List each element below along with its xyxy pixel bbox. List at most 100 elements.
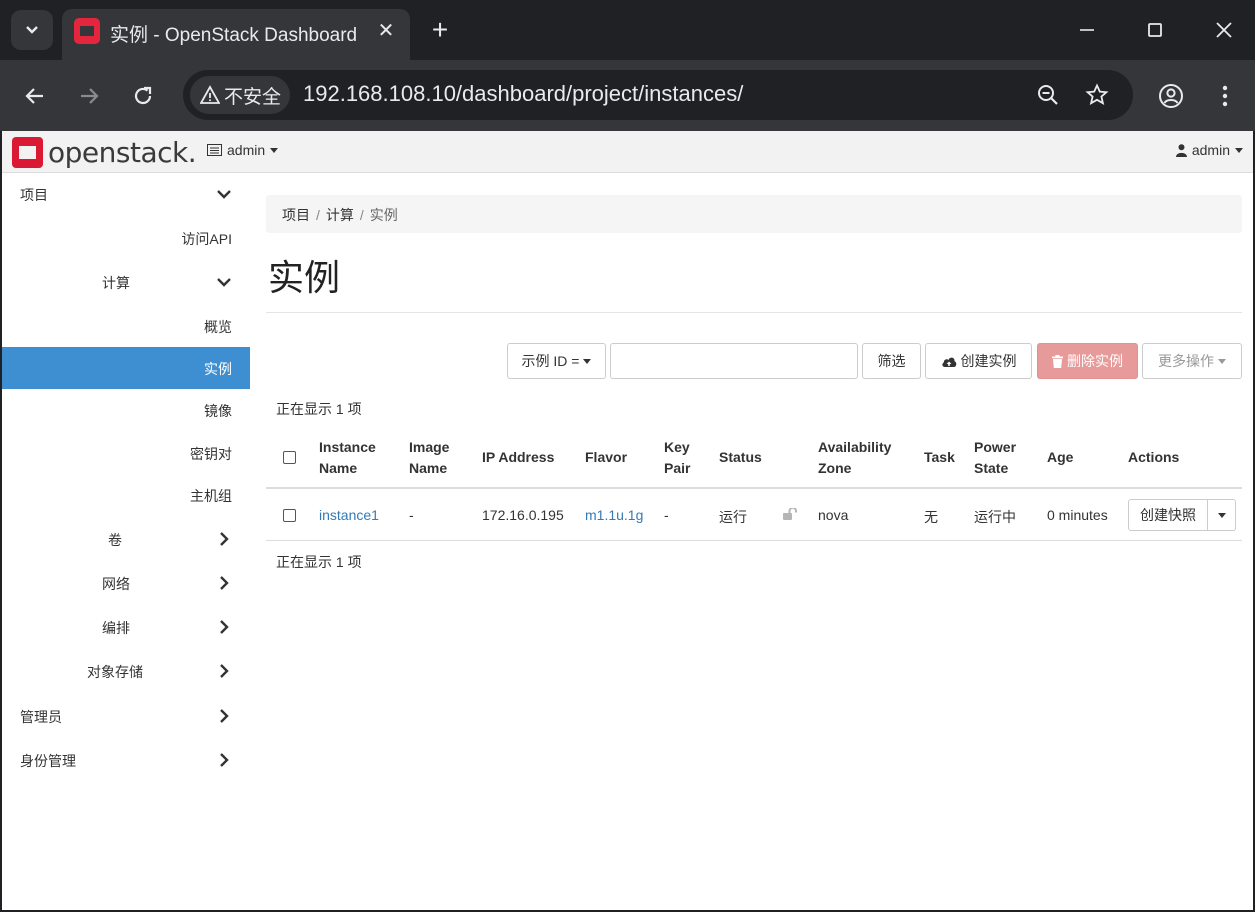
sidebar-item-overview[interactable]: 概览 [2, 305, 250, 347]
caret-down-icon [1217, 512, 1226, 518]
zoom-out-icon [1038, 85, 1058, 105]
address-bar[interactable]: 不安全 192.168.108.10/dashboard/project/ins… [183, 70, 1133, 120]
column-header-key-pair[interactable]: Key Pair [664, 437, 690, 479]
status-cell: 运行 [719, 509, 747, 525]
column-header-power-state[interactable]: Power State [974, 437, 1016, 479]
filter-field-dropdown[interactable]: 示例 ID = [507, 343, 606, 379]
unlock-icon[interactable] [783, 508, 798, 520]
bookmark-button[interactable] [1083, 81, 1111, 109]
column-header-status[interactable]: Status [719, 447, 762, 468]
delete-instances-button[interactable]: 删除实例 [1037, 343, 1138, 379]
header-text: Instance [319, 439, 376, 455]
filter-input[interactable] [610, 343, 858, 379]
launch-instance-button[interactable]: 创建实例 [925, 343, 1032, 379]
user-dropdown[interactable]: admin [1175, 142, 1243, 158]
breadcrumb-separator: / [359, 207, 364, 223]
profile-button[interactable] [1155, 80, 1187, 112]
flavor-cell: m1.1u.1g [585, 507, 643, 523]
sidebar-item-images[interactable]: 镜像 [2, 389, 250, 431]
sidebar-item-project[interactable]: 项目 [2, 173, 250, 215]
sidebar-item-server-groups[interactable]: 主机组 [2, 474, 250, 516]
forward-button[interactable] [73, 80, 105, 112]
column-header-task[interactable]: Task [924, 447, 955, 468]
header-text: Availability [818, 439, 892, 455]
row-select-checkbox[interactable] [283, 509, 296, 522]
header-text: Zone [818, 460, 852, 476]
sidebar-item-key-pairs[interactable]: 密钥对 [2, 432, 250, 474]
sidebar-item-orchestration[interactable]: 编排 [2, 606, 250, 648]
page-title: 实例 [268, 257, 341, 298]
column-header-availability-zone[interactable]: Availability Zone [818, 437, 891, 479]
column-header-flavor[interactable]: Flavor [585, 447, 627, 468]
header-text: State [974, 460, 1009, 476]
more-actions-dropdown[interactable]: 更多操作 [1142, 343, 1242, 379]
header-text: Image [409, 439, 450, 455]
column-header-image-name[interactable]: Image Name [409, 437, 449, 479]
column-header-ip-address[interactable]: IP Address [482, 447, 554, 468]
close-window-button[interactable] [1209, 14, 1239, 46]
browser-menu-button[interactable] [1209, 80, 1241, 112]
tab-search-button[interactable] [11, 10, 53, 50]
caret-down-icon [1218, 358, 1226, 364]
flavor-link[interactable]: m1.1u.1g [585, 507, 643, 523]
chevron-down-icon [217, 190, 231, 199]
arrow-left-icon [25, 88, 43, 104]
sidebar-item-network[interactable]: 网络 [2, 562, 250, 604]
minimize-icon [1080, 29, 1094, 31]
maximize-button[interactable] [1140, 14, 1170, 46]
sidebar-item-object-store[interactable]: 对象存储 [2, 650, 250, 692]
back-button[interactable] [19, 80, 51, 112]
create-snapshot-button[interactable]: 创建快照 [1128, 499, 1208, 531]
column-header-age[interactable]: Age [1047, 447, 1073, 468]
security-indicator[interactable]: 不安全 [190, 76, 290, 114]
sidebar-item-admin[interactable]: 管理员 [2, 695, 250, 737]
reload-icon [134, 86, 152, 105]
instance-name-cell: instance1 [319, 507, 379, 523]
sidebar-item-label: 网络 [102, 576, 130, 592]
reload-button[interactable] [127, 80, 159, 112]
chevron-right-icon [220, 709, 229, 723]
breadcrumb-item-compute[interactable]: 计算 [326, 207, 354, 223]
sidebar-item-volumes[interactable]: 卷 [2, 518, 250, 560]
sidebar-item-label: 密钥对 [190, 446, 232, 462]
filter-button[interactable]: 筛选 [862, 343, 921, 379]
select-all-checkbox[interactable] [283, 451, 296, 464]
instance-name-link[interactable]: instance1 [319, 507, 379, 523]
header-text: Pair [664, 460, 691, 476]
chevron-right-icon [220, 620, 229, 634]
zoom-button[interactable] [1034, 81, 1062, 109]
breadcrumb-item-project[interactable]: 项目 [282, 207, 310, 223]
list-icon [207, 144, 222, 156]
caret-down-icon [583, 358, 592, 364]
sidebar-item-api-access[interactable]: 访问API [2, 217, 250, 259]
ip-address-cell: 172.16.0.195 [482, 507, 564, 523]
project-dropdown[interactable]: admin [207, 142, 279, 158]
sidebar-item-identity[interactable]: 身份管理 [2, 739, 250, 781]
row-actions-dropdown[interactable] [1208, 499, 1236, 531]
sidebar-item-compute[interactable]: 计算 [2, 261, 250, 303]
chevron-right-icon [220, 532, 229, 546]
new-tab-button[interactable]: + [426, 14, 454, 46]
chevron-down-icon [26, 26, 38, 34]
sidebar-item-label: 主机组 [190, 488, 232, 504]
more-actions-label: 更多操作 [1158, 353, 1214, 369]
trash-icon [1052, 354, 1063, 368]
url-text[interactable]: 192.168.108.10/dashboard/project/instanc… [303, 81, 743, 107]
account-icon [1159, 84, 1183, 108]
arrow-right-icon [81, 88, 99, 104]
sidebar-item-label: 概览 [204, 319, 232, 335]
user-icon [1175, 143, 1187, 157]
caret-down-icon [1235, 147, 1243, 153]
chevron-right-icon [220, 753, 229, 767]
age-cell: 0 minutes [1047, 507, 1108, 523]
openstack-navbar: openstack. admin admin [2, 131, 1253, 173]
close-tab-icon[interactable]: ✕ [374, 19, 398, 43]
openstack-logo[interactable]: openstack. [12, 135, 197, 169]
minimize-button[interactable] [1072, 14, 1102, 46]
sidebar-item-instances[interactable]: 实例 [2, 347, 250, 389]
browser-tab-active[interactable]: 实例 - OpenStack Dashboard ✕ [62, 9, 410, 60]
header-text: Name [319, 460, 358, 476]
browser-titlebar: 实例 - OpenStack Dashboard ✕ + [0, 0, 1255, 60]
column-header-instance-name[interactable]: Instance Name [319, 437, 376, 479]
breadcrumb-item-current: 实例 [369, 207, 398, 223]
